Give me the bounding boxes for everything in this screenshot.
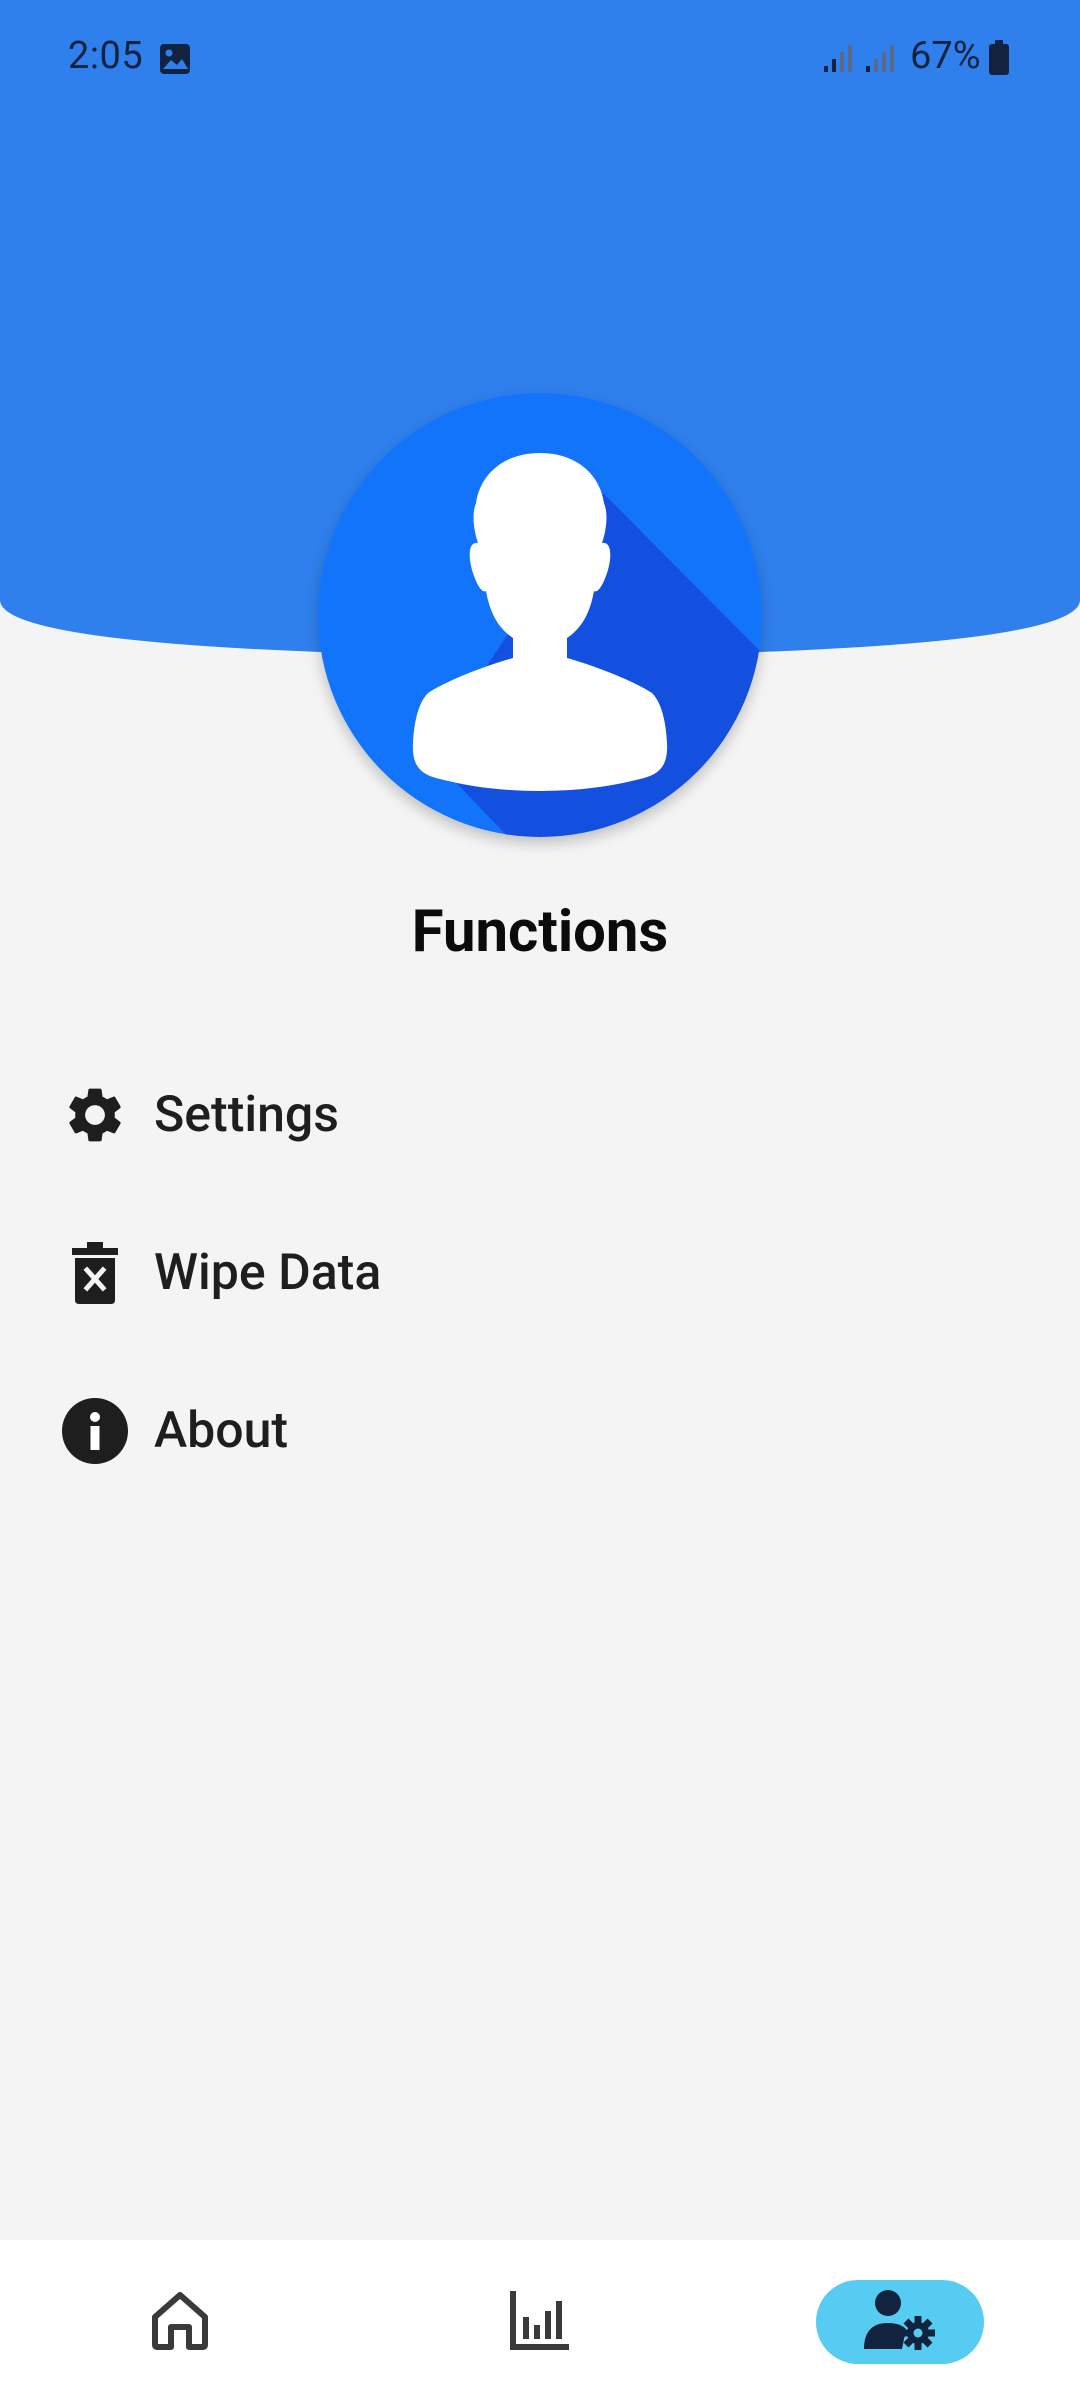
person-icon — [318, 393, 762, 837]
info-icon — [60, 1396, 130, 1466]
trash-x-icon — [60, 1238, 130, 1308]
menu-item-label: About — [154, 1402, 289, 1460]
menu-item-about[interactable]: About — [60, 1376, 1020, 1486]
menu-item-wipe-data[interactable]: Wipe Data — [60, 1218, 1020, 1328]
gallery-notification-icon — [158, 42, 192, 76]
battery-percent: 67% — [910, 34, 981, 78]
status-bar: 2:05 67% — [0, 0, 1080, 120]
signal-icon — [864, 42, 898, 74]
user-gear-icon — [862, 2287, 938, 2357]
home-icon — [147, 2287, 213, 2357]
nav-statistics[interactable] — [490, 2280, 590, 2364]
battery-icon — [988, 40, 1010, 76]
bar-chart-icon — [507, 2287, 573, 2357]
nav-profile-settings[interactable] — [816, 2280, 984, 2364]
signal-icon — [822, 42, 856, 74]
menu-item-label: Wipe Data — [154, 1244, 382, 1302]
functions-menu: Settings Wipe Data About — [60, 1060, 1020, 1534]
nav-home[interactable] — [130, 2280, 230, 2364]
profile-screen: 2:05 67% Functions Settings Wipe Data Ab… — [0, 0, 1080, 2400]
page-title: Functions — [411, 898, 669, 966]
gear-icon — [60, 1080, 130, 1150]
menu-item-label: Settings — [154, 1086, 340, 1144]
avatar[interactable] — [318, 393, 762, 837]
status-time: 2:05 — [68, 34, 144, 78]
menu-item-settings[interactable]: Settings — [60, 1060, 1020, 1170]
bottom-navigation — [0, 2240, 1080, 2400]
